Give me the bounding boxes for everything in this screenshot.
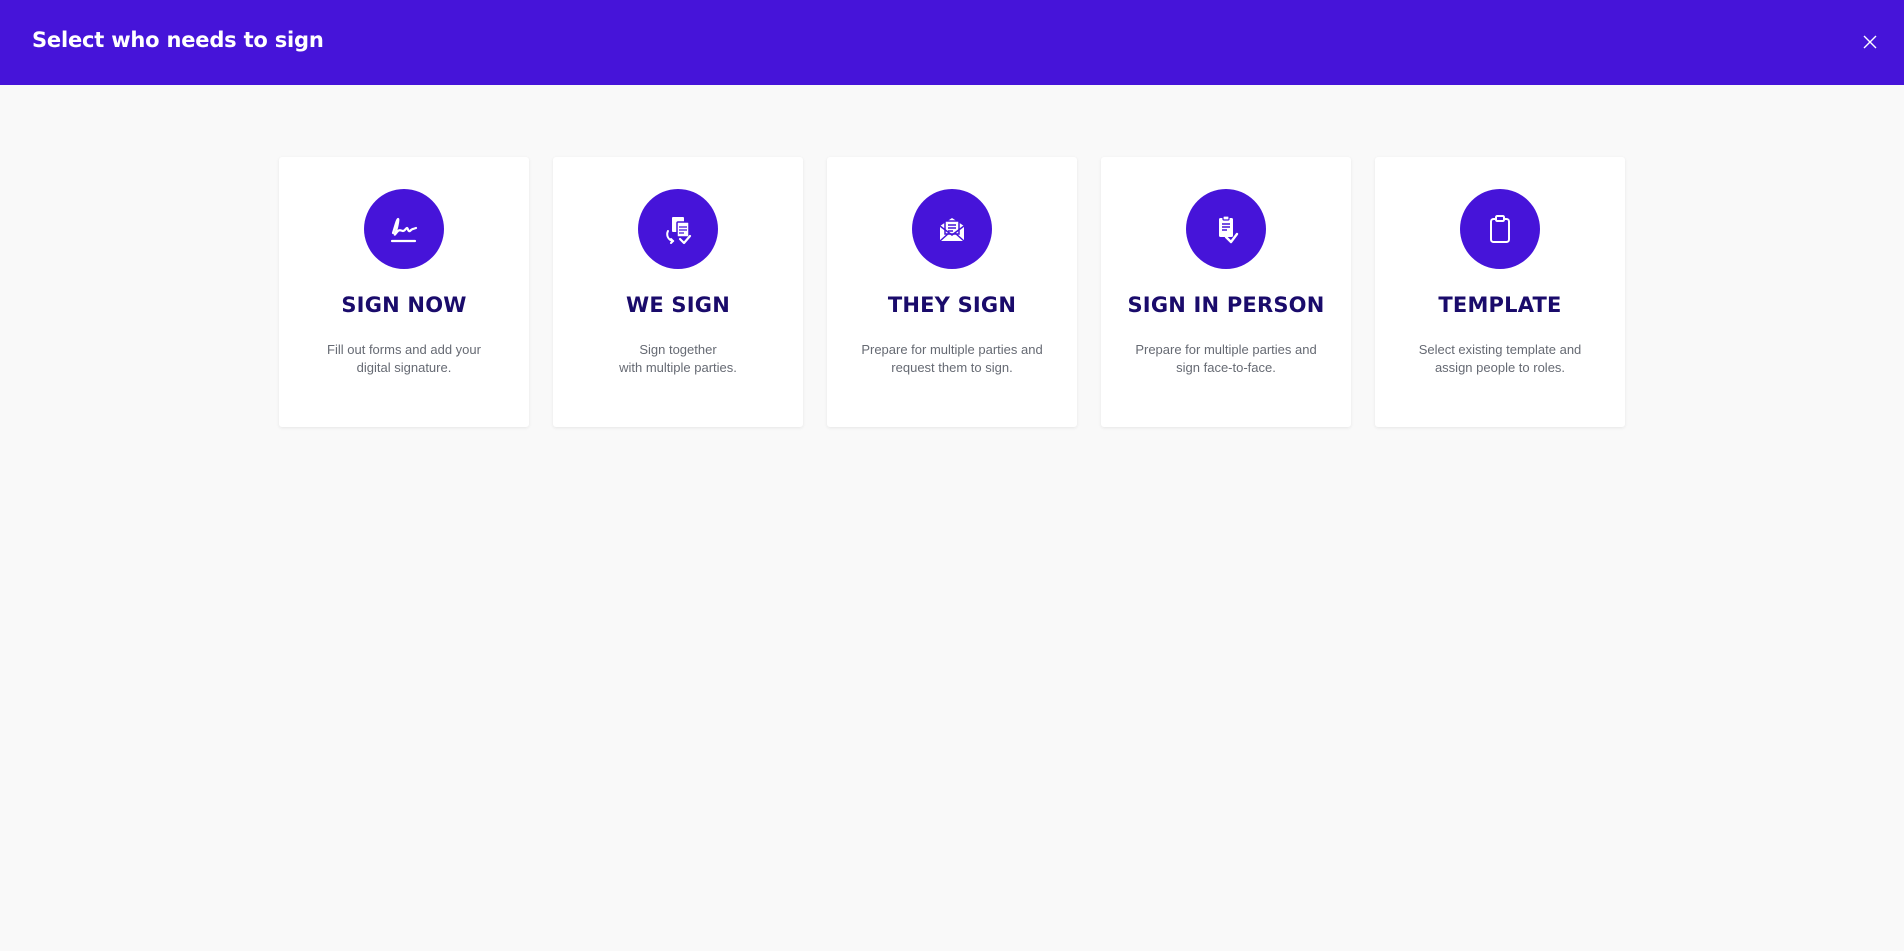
close-icon xyxy=(1863,35,1877,49)
option-description: Sign together with multiple parties. xyxy=(619,342,737,375)
option-sign-in-person[interactable]: SIGN IN PERSON Prepare for multiple part… xyxy=(1101,157,1351,427)
modal-header: Select who needs to sign xyxy=(0,0,1904,85)
document-sign-icon xyxy=(1186,189,1266,269)
clipboard-icon xyxy=(1460,189,1540,269)
option-sign-now[interactable]: SIGN NOW Fill out forms and add your dig… xyxy=(279,157,529,427)
option-description: Select existing template and assign peop… xyxy=(1418,342,1582,375)
option-template[interactable]: TEMPLATE Select existing template and as… xyxy=(1375,157,1625,427)
option-title: SIGN IN PERSON xyxy=(1127,293,1325,317)
option-description: Prepare for multiple parties and request… xyxy=(861,342,1043,375)
documents-exchange-icon xyxy=(638,189,718,269)
option-we-sign[interactable]: WE SIGN Sign together with multiple part… xyxy=(553,157,803,427)
option-they-sign[interactable]: THEY SIGN Prepare for multiple parties a… xyxy=(827,157,1077,427)
sign-options: SIGN NOW Fill out forms and add your dig… xyxy=(279,157,1625,427)
signature-icon xyxy=(364,189,444,269)
option-description: Fill out forms and add your digital sign… xyxy=(327,342,481,375)
envelope-open-icon xyxy=(912,189,992,269)
close-button[interactable] xyxy=(1858,30,1882,54)
option-title: SIGN NOW xyxy=(341,293,467,317)
option-title: WE SIGN xyxy=(626,293,730,317)
modal-title: Select who needs to sign xyxy=(32,28,324,52)
option-title: THEY SIGN xyxy=(887,293,1017,317)
option-title: TEMPLATE xyxy=(1438,293,1562,317)
option-description: Prepare for multiple parties and sign fa… xyxy=(1135,342,1317,375)
